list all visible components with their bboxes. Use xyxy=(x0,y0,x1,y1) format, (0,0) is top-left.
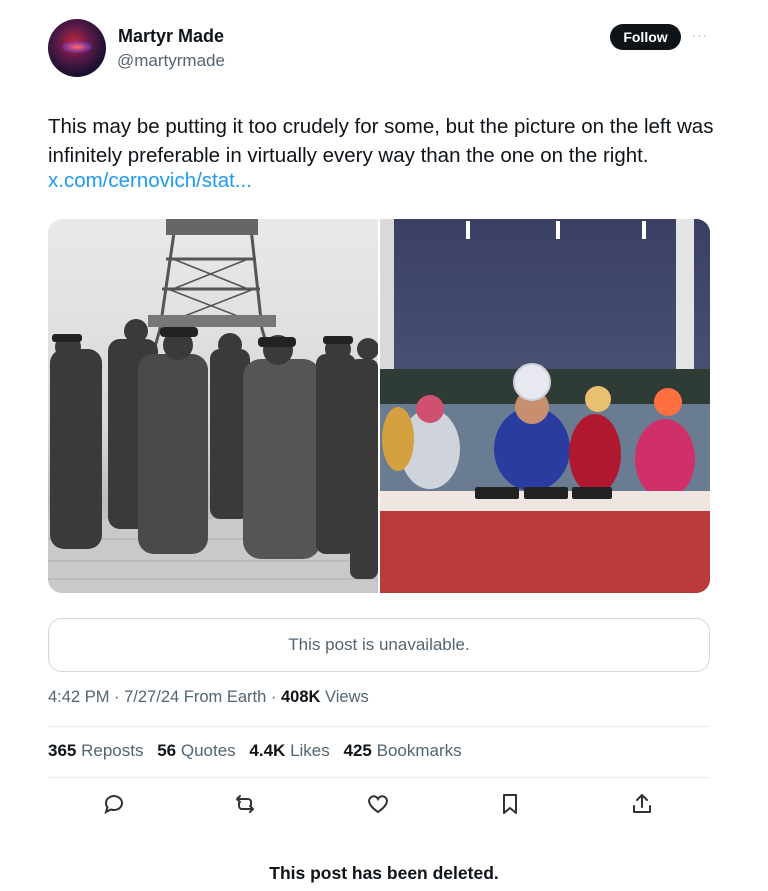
quotes-label: Quotes xyxy=(180,741,236,760)
follow-button[interactable]: Follow xyxy=(610,24,681,50)
likes-count: 4.4K xyxy=(249,741,286,760)
like-icon[interactable] xyxy=(366,792,390,816)
views-label: Views xyxy=(325,688,369,706)
engagement-stats: 365 Reposts 56 Quotes 4.4K Likes 425 Boo… xyxy=(48,741,471,761)
tweet-link[interactable]: x.com/cernovich/stat... xyxy=(48,168,252,194)
bookmarks-count: 425 xyxy=(343,741,372,760)
photo-left[interactable] xyxy=(48,219,378,593)
media-grid xyxy=(48,219,710,593)
bookmarks-stat[interactable]: 425 Bookmarks xyxy=(344,741,462,760)
post-metadata: 4:42 PM · 7/27/24 From Earth · 408K View… xyxy=(48,688,369,706)
bookmarks-label: Bookmarks xyxy=(376,741,462,760)
divider xyxy=(48,777,710,778)
unavailable-text: This post is unavailable. xyxy=(288,635,470,654)
more-options-icon[interactable]: ··· xyxy=(692,28,708,43)
reply-icon[interactable] xyxy=(102,792,126,816)
post-time[interactable]: 4:42 PM xyxy=(48,688,109,706)
views-count: 408K xyxy=(280,688,321,706)
avatar-image xyxy=(62,41,92,53)
post-date[interactable]: 7/27/24 xyxy=(124,688,179,706)
reposts-stat[interactable]: 365 Reposts xyxy=(48,741,143,760)
quotes-count: 56 xyxy=(157,741,177,760)
likes-label: Likes xyxy=(290,741,330,760)
reposts-count: 365 xyxy=(48,741,77,760)
deleted-notice: This post has been deleted. xyxy=(269,863,499,883)
quoted-post-unavailable[interactable]: This post is unavailable. xyxy=(48,618,710,672)
photo-right-illustration xyxy=(380,219,710,593)
photo-left-illustration xyxy=(48,219,378,593)
likes-stat[interactable]: 4.4K Likes xyxy=(249,741,329,760)
quotes-stat[interactable]: 56 Quotes xyxy=(157,741,235,760)
reposts-label: Reposts xyxy=(81,741,144,760)
avatar[interactable] xyxy=(48,19,106,77)
divider xyxy=(48,726,710,727)
post-source: From Earth xyxy=(183,688,267,706)
author-handle[interactable]: @martyrmade xyxy=(117,51,225,71)
author-name[interactable]: Martyr Made xyxy=(118,26,224,47)
photo-right[interactable] xyxy=(380,219,710,593)
tweet-text: This may be putting it too crudely for s… xyxy=(48,115,714,167)
action-bar xyxy=(0,792,768,816)
repost-icon[interactable] xyxy=(233,792,257,816)
bookmark-icon[interactable] xyxy=(498,792,522,816)
share-icon[interactable] xyxy=(630,792,654,816)
